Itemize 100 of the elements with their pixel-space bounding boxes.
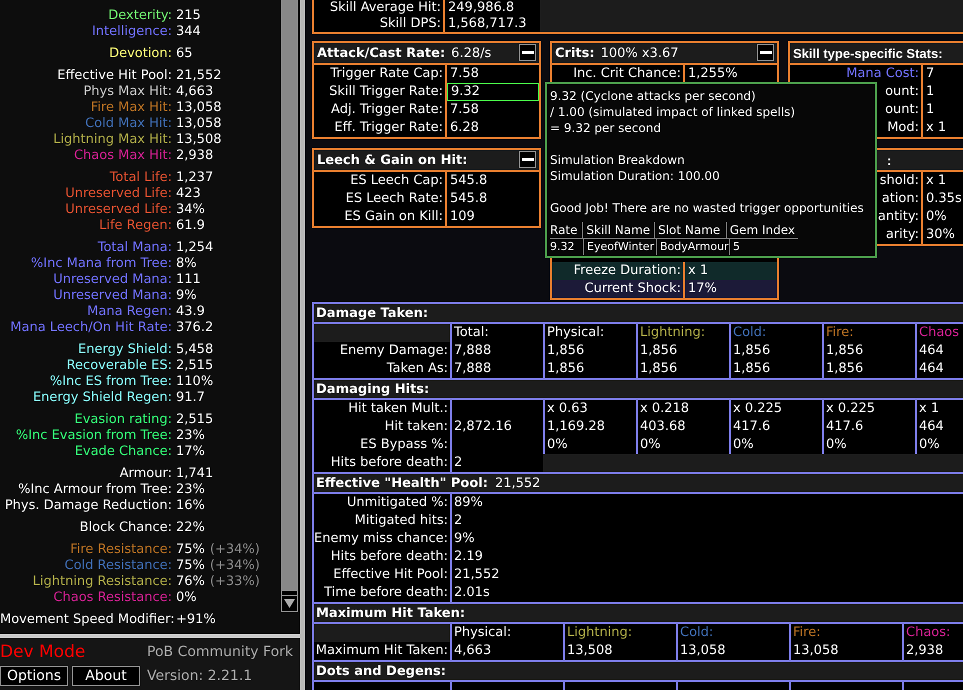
stat-value: 5,458 (176, 342, 214, 358)
stat-label: Dexterity: (107, 8, 172, 24)
table-cell: 403.68 (636, 418, 729, 436)
stat-value: 8% (176, 256, 197, 272)
row-label: ES Leech Cap: (350, 173, 443, 188)
tooltip-line: 9.32 (Cyclone attacks per second) (550, 88, 757, 104)
row-value: 89% (450, 494, 963, 512)
footer-button[interactable]: Options (0, 666, 68, 686)
row-label: Enemy Damage: (338, 342, 449, 360)
stat-label: %Inc Evasion from Tree: (14, 428, 172, 444)
stat-value: 1,741 (176, 466, 214, 482)
table-cell: 1,856 (636, 342, 729, 360)
stat-label: Cold Max Hit: (84, 116, 172, 132)
stat-value: 43.9 (176, 304, 205, 320)
stat-value: 75% (176, 558, 205, 574)
stat-label: Phys Max Hit: (82, 84, 172, 100)
stat-extra: (+34%) (210, 558, 260, 574)
row-label: Mitigated hits: (354, 512, 449, 530)
section-title-value: 21,552 (494, 476, 540, 490)
collapse-button[interactable] (519, 44, 536, 61)
row-value: 1,568,717.3 (445, 16, 540, 32)
section-title: Effective "Health" Pool: (316, 476, 488, 490)
stat-label: Chaos Resistance: (52, 590, 172, 606)
row-label: Effective Hit Pool: (332, 566, 449, 584)
column-header: Total: (454, 325, 489, 340)
tooltip-line: = 9.32 per second (550, 120, 662, 136)
column-header: Physical: (454, 625, 512, 640)
stat-value: 13,058 (176, 100, 222, 116)
tooltip-message: Good Job! There are no wasted trigger opportunities (550, 200, 865, 216)
stat-value: 16% (176, 498, 205, 514)
row-label: Hits before death: (330, 454, 449, 472)
table-cell: 7,888 (450, 342, 543, 360)
row-label: ES Gain on Kill: (344, 209, 443, 224)
stat-label: Devotion: (108, 46, 172, 62)
stat-label: %Inc Mana from Tree: (30, 256, 172, 272)
row-value: 17% (687, 280, 718, 298)
panel-title: Attack/Cast Rate: (317, 46, 446, 60)
stat-value: 13,508 (176, 132, 222, 148)
table-cell: x 0.218 (636, 400, 729, 418)
row-label: Maximum Hit Taken: (314, 642, 449, 660)
row-label: Hit taken: (384, 418, 449, 436)
stat-label: Cold Resistance: (64, 558, 172, 574)
stat-label: Evade Chance: (74, 444, 172, 460)
stat-label: Chaos Max Hit: (72, 148, 172, 164)
table-cell: BodyArmour (656, 239, 729, 255)
tooltip-line: / 1.00 (simulated impact of linked spells) (550, 104, 796, 120)
column-header: Cold: (733, 325, 766, 340)
table-header: Gem Index (726, 222, 798, 238)
table-header: Skill Name (582, 222, 654, 238)
stat-value: 76% (176, 574, 205, 590)
row-label: Skill Average Hit: (314, 0, 445, 16)
stat-value: 2,938 (176, 148, 214, 164)
collapse-button[interactable] (519, 151, 536, 168)
row-label: Trigger Rate Cap: (330, 66, 443, 81)
stat-value: 376.2 (176, 320, 214, 336)
stat-value: 13,058 (176, 116, 222, 132)
table-cell: 1,856 (822, 342, 915, 360)
stat-label: Unreserved Life: (64, 186, 172, 202)
table-cell: 1,856 (729, 342, 822, 360)
stat-label: Fire Resistance: (69, 542, 172, 558)
stat-label: Fire Max Hit: (90, 100, 172, 116)
tooltip-line: Simulation Duration: 100.00 (550, 168, 721, 184)
stat-label: Effective Hit Pool: (56, 68, 172, 84)
table-cell: EyeofWinter (583, 239, 656, 255)
row-value: 21,552 (450, 566, 963, 584)
stat-value: 21,552 (176, 68, 222, 84)
table-cell: 417.6 (822, 418, 915, 436)
stat-label: Unreserved Mana: (52, 288, 172, 304)
row-label: ount: (885, 84, 919, 99)
table-cell: x 0.225 (729, 400, 822, 418)
panel-title: Crits: (555, 46, 595, 60)
stat-label: Movement Speed Modifier: (0, 612, 172, 628)
stat-value: 75% (176, 542, 205, 558)
stat-label: Block Chance: (78, 520, 172, 536)
row-label: Hits before death: (330, 548, 449, 566)
row-label: Adj. Trigger Rate: (331, 102, 443, 117)
table-cell: x 0.225 (822, 400, 915, 418)
row-label: Hit taken Mult.: (347, 400, 449, 418)
row-label: ES Bypass %: (359, 436, 449, 454)
column-header: Chaos (919, 325, 960, 340)
stat-value: 0% (176, 590, 197, 606)
stat-label: Energy Shield Regen: (32, 390, 172, 406)
collapse-button[interactable] (757, 44, 774, 61)
stat-value: 23% (176, 428, 205, 444)
down-arrow-icon (284, 599, 295, 608)
stat-value: 2,515 (176, 412, 214, 428)
section-title: Damaging Hits: (316, 382, 430, 396)
panel-title: Leech & Gain on Hit: (317, 152, 468, 168)
section-title: Damage Taken: (316, 306, 428, 320)
stat-label: Lightning Max Hit: (52, 132, 172, 148)
table-cell: 1,856 (543, 342, 636, 360)
row-label: Taken As: (386, 360, 449, 378)
stat-label: Total Mana: (96, 240, 172, 256)
footer-button[interactable]: About (72, 666, 140, 686)
table-cell: x 0.63 (543, 400, 636, 418)
row-label: arity: (886, 227, 919, 242)
row-label: Mod: (887, 120, 919, 135)
stat-value: 215 (176, 8, 201, 24)
column-header: Lightning: (567, 625, 632, 640)
row-label: ES Leech Rate: (346, 191, 443, 206)
